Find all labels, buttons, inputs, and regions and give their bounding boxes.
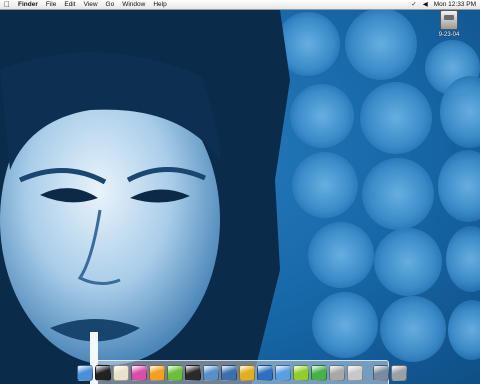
volume-icon[interactable]: ◀ — [423, 0, 428, 9]
x11-icon[interactable] — [239, 364, 255, 381]
hard-drive-desktop-item[interactable]: 9-23-04 — [429, 10, 469, 38]
pencil-app-icon[interactable] — [149, 364, 165, 381]
portrait-image — [0, 10, 290, 384]
menu-file[interactable]: File — [42, 0, 60, 9]
menu-view[interactable]: View — [80, 0, 102, 9]
finder-icon[interactable] — [77, 364, 93, 381]
dreamweaver-icon[interactable] — [167, 364, 183, 381]
green-app-icon[interactable] — [293, 364, 309, 381]
menu-extras: ✓ ◀ Mon 12:33 PM — [411, 0, 480, 9]
menu-go[interactable]: Go — [102, 0, 119, 9]
preview-icon[interactable] — [221, 364, 237, 381]
mail-icon[interactable] — [257, 364, 273, 381]
textedit-icon[interactable] — [113, 364, 129, 381]
safari-icon[interactable] — [275, 364, 291, 381]
apple-logo-icon[interactable]:  — [0, 0, 14, 9]
menu-edit[interactable]: Edit — [60, 0, 79, 9]
menu-clock[interactable]: Mon 12:33 PM — [434, 0, 476, 9]
script-menu-icon[interactable]: ✓ — [411, 0, 416, 9]
itunes-icon[interactable] — [311, 364, 327, 381]
apple-app-icon[interactable] — [347, 364, 363, 381]
desktop[interactable]: 9-23-04  Finder File Edit View Go Windo… — [0, 0, 480, 384]
dock — [77, 360, 407, 384]
flower-app-icon[interactable] — [131, 364, 147, 381]
hard-drive-icon — [440, 10, 458, 30]
menu-help[interactable]: Help — [149, 0, 170, 9]
trash-icon[interactable] — [391, 364, 407, 381]
downloads-icon[interactable] — [373, 364, 389, 381]
system-preferences-icon[interactable] — [329, 364, 345, 381]
menu-app-name[interactable]: Finder — [14, 0, 42, 9]
clapper-icon[interactable] — [185, 364, 201, 381]
hard-drive-label: 9-23-04 — [438, 32, 460, 38]
menu-bar:  Finder File Edit View Go Window Help ✓… — [0, 0, 480, 10]
menu-window[interactable]: Window — [118, 0, 149, 9]
iphoto-icon[interactable] — [203, 364, 219, 381]
terminal-icon[interactable] — [95, 364, 111, 381]
